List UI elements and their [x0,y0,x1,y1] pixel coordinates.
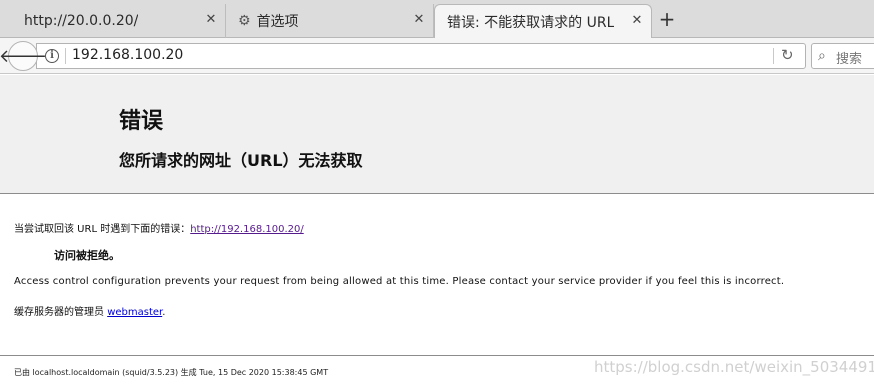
webmaster-link[interactable]: webmaster [107,307,162,318]
error-line-url: 当尝试取回该 URL 时遇到下面的错误：http://192.168.100.2… [14,220,304,235]
search-input[interactable]: ⌕ 搜索 [811,43,874,69]
close-tab-icon[interactable]: ✕ [203,12,219,28]
footer-divider [0,355,874,356]
admin-suffix: . [162,307,166,318]
tab-strip: http://20.0.0.20/ ✕ ⚙ 首选项 ✕ 错误: 不能获取请求的 … [0,0,874,39]
tab-20-0-0-20[interactable]: http://20.0.0.20/ ✕ [12,4,226,38]
back-button[interactable]: 🡐 [0,41,47,71]
admin-prefix: 缓存服务器的管理员 [14,307,108,318]
divider [65,48,66,64]
navigation-bar: i 192.168.100.20 ↻ 🡐 ⌕ 搜索 [0,38,874,74]
tab-label: 错误: 不能获取请求的 URL [447,15,615,31]
url-text[interactable]: 192.168.100.20 [72,47,183,63]
back-arrow-icon: 🡐 [0,45,48,67]
divider [773,48,774,64]
error-subtitle: 您所请求的网址（URL）无法获取 [119,151,363,170]
footer-text: 已由 localhost.localdomain (squid/3.5.23) … [14,368,329,377]
new-tab-button[interactable]: + [654,6,680,32]
error-line-prefix: 当尝试取回该 URL 时遇到下面的错误： [14,224,191,235]
search-placeholder: 搜索 [836,52,863,67]
tab-error-active[interactable]: 错误: 不能获取请求的 URL ✕ [434,4,652,39]
admin-line: 缓存服务器的管理员 webmaster. [14,303,165,318]
access-control-message: Access control configuration prevents yo… [14,276,785,287]
close-tab-icon[interactable]: ✕ [629,13,645,29]
gear-icon: ⚙ [238,13,251,29]
tab-label: http://20.0.0.20/ [24,13,139,29]
watermark: https://blog.csdn.net/weixin_50344914 [594,358,874,376]
requested-url-link[interactable]: http://192.168.100.20/ [190,224,304,235]
access-denied-text: 访问被拒绝。 [54,249,120,262]
close-tab-icon[interactable]: ✕ [411,12,427,28]
error-title: 错误 [119,109,164,134]
reload-icon[interactable]: ↻ [781,46,794,64]
search-icon: ⌕ [818,48,826,64]
tab-label: 首选项 [256,14,299,30]
error-header: 错误 您所请求的网址（URL）无法获取 [0,75,874,194]
url-bar[interactable]: i 192.168.100.20 ↻ [36,43,806,69]
tab-preferences[interactable]: ⚙ 首选项 ✕ [226,4,434,38]
